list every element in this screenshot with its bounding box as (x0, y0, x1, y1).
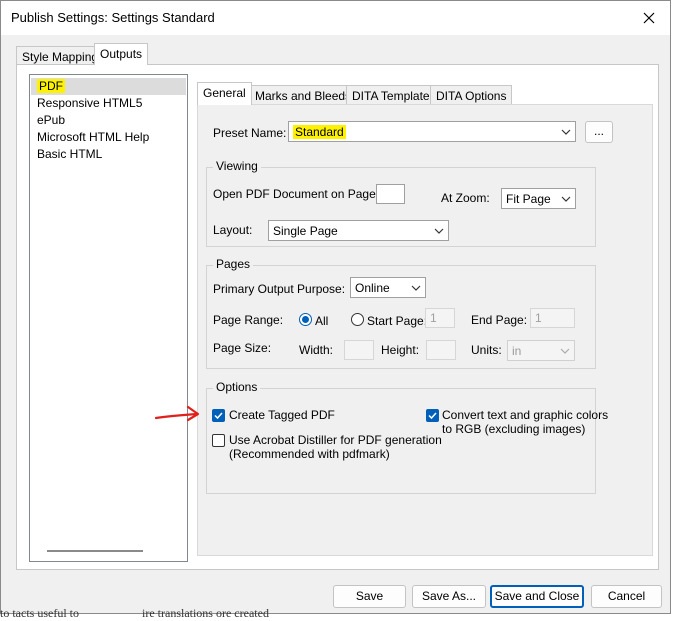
close-icon (643, 12, 655, 24)
outputs-list[interactable]: PDF Responsive HTML5 ePub Microsoft HTML… (29, 74, 188, 562)
end-page-input[interactable]: 1 (530, 308, 575, 328)
output-purpose-value: Online (355, 281, 390, 295)
preset-name-value: Standard (293, 125, 346, 139)
close-button[interactable] (638, 8, 660, 28)
layout-label: Layout: (213, 223, 253, 237)
list-item-pdf[interactable]: PDF (31, 78, 186, 95)
background-text-bottom: ire translations ore created (142, 606, 269, 620)
page-range-start-radio[interactable] (351, 313, 364, 326)
create-tagged-pdf-checkbox[interactable] (212, 409, 225, 422)
page-size-label: Page Size: (213, 341, 272, 355)
save-button[interactable]: Save (333, 585, 406, 608)
layout-dropdown[interactable]: Single Page (268, 220, 449, 241)
height-label: Height: (381, 343, 420, 357)
preset-browse-button[interactable]: ... (585, 121, 613, 143)
page-range-all-radio[interactable] (299, 313, 312, 326)
chevron-down-icon (434, 228, 444, 234)
acrobat-distiller-label-line2: (Recommended with pdfmark) (229, 447, 390, 461)
list-item-epub[interactable]: ePub (37, 112, 65, 129)
units-dropdown[interactable]: in (507, 340, 575, 361)
units-label: Units: (471, 343, 502, 357)
chevron-down-icon (561, 129, 571, 135)
list-item-ms-html-help[interactable]: Microsoft HTML Help (37, 129, 149, 146)
chevron-down-icon (560, 348, 570, 354)
publish-settings-dialog: Publish Settings: Settings Standard Styl… (0, 0, 671, 614)
open-page-label: Open PDF Document on Page: (213, 187, 380, 201)
background-text-bottom: to tacts useful to (0, 606, 79, 620)
title-bar: Publish Settings: Settings Standard (1, 1, 670, 35)
start-page-label: Start Page: (367, 314, 428, 328)
zoom-value: Fit Page (506, 192, 551, 206)
zoom-label: At Zoom: (441, 191, 490, 205)
chevron-down-icon (561, 196, 571, 202)
list-item-basic-html[interactable]: Basic HTML (37, 146, 102, 163)
units-value: in (512, 344, 522, 358)
create-tagged-pdf-label: Create Tagged PDF (229, 408, 335, 422)
save-as-button[interactable]: Save As... (412, 585, 486, 608)
cancel-button[interactable]: Cancel (591, 585, 662, 608)
tab-general[interactable]: General (197, 82, 252, 105)
checkmark-icon (428, 412, 437, 420)
chevron-down-icon (411, 285, 421, 291)
preset-name-dropdown[interactable]: Standard (288, 121, 576, 142)
end-page-label: End Page: (471, 313, 528, 327)
annotation-arrow-icon (154, 405, 200, 422)
list-item-label: PDF (37, 79, 65, 93)
save-and-close-button[interactable]: Save and Close (490, 585, 584, 608)
convert-rgb-label-line1: Convert text and graphic colors (442, 408, 609, 422)
output-purpose-label: Primary Output Purpose: (213, 282, 346, 296)
page-range-all-label: All (315, 314, 329, 328)
height-input[interactable] (426, 340, 456, 360)
list-horizontal-scrollbar[interactable] (47, 550, 143, 552)
preset-name-label: Preset Name: (213, 126, 287, 140)
options-group-title: Options (213, 380, 261, 394)
list-item-responsive-html5[interactable]: Responsive HTML5 (37, 95, 142, 112)
open-page-input[interactable] (376, 184, 405, 204)
viewing-group-title: Viewing (213, 159, 261, 173)
layout-value: Single Page (273, 224, 338, 238)
dialog-title: Publish Settings: Settings Standard (11, 10, 215, 25)
acrobat-distiller-checkbox[interactable] (212, 434, 225, 447)
convert-rgb-label-line2: to RGB (excluding images) (442, 422, 586, 436)
width-input[interactable] (344, 340, 374, 360)
page-range-label: Page Range: (213, 313, 284, 327)
pages-group-title: Pages (213, 257, 254, 271)
tab-outputs[interactable]: Outputs (94, 43, 149, 65)
output-purpose-dropdown[interactable]: Online (350, 277, 426, 298)
start-page-input[interactable]: 1 (425, 308, 455, 328)
width-label: Width: (299, 343, 334, 357)
zoom-dropdown[interactable]: Fit Page (501, 188, 576, 209)
convert-rgb-checkbox[interactable] (426, 409, 439, 422)
acrobat-distiller-label-line1: Use Acrobat Distiller for PDF generation (229, 433, 442, 447)
checkmark-icon (214, 412, 223, 420)
